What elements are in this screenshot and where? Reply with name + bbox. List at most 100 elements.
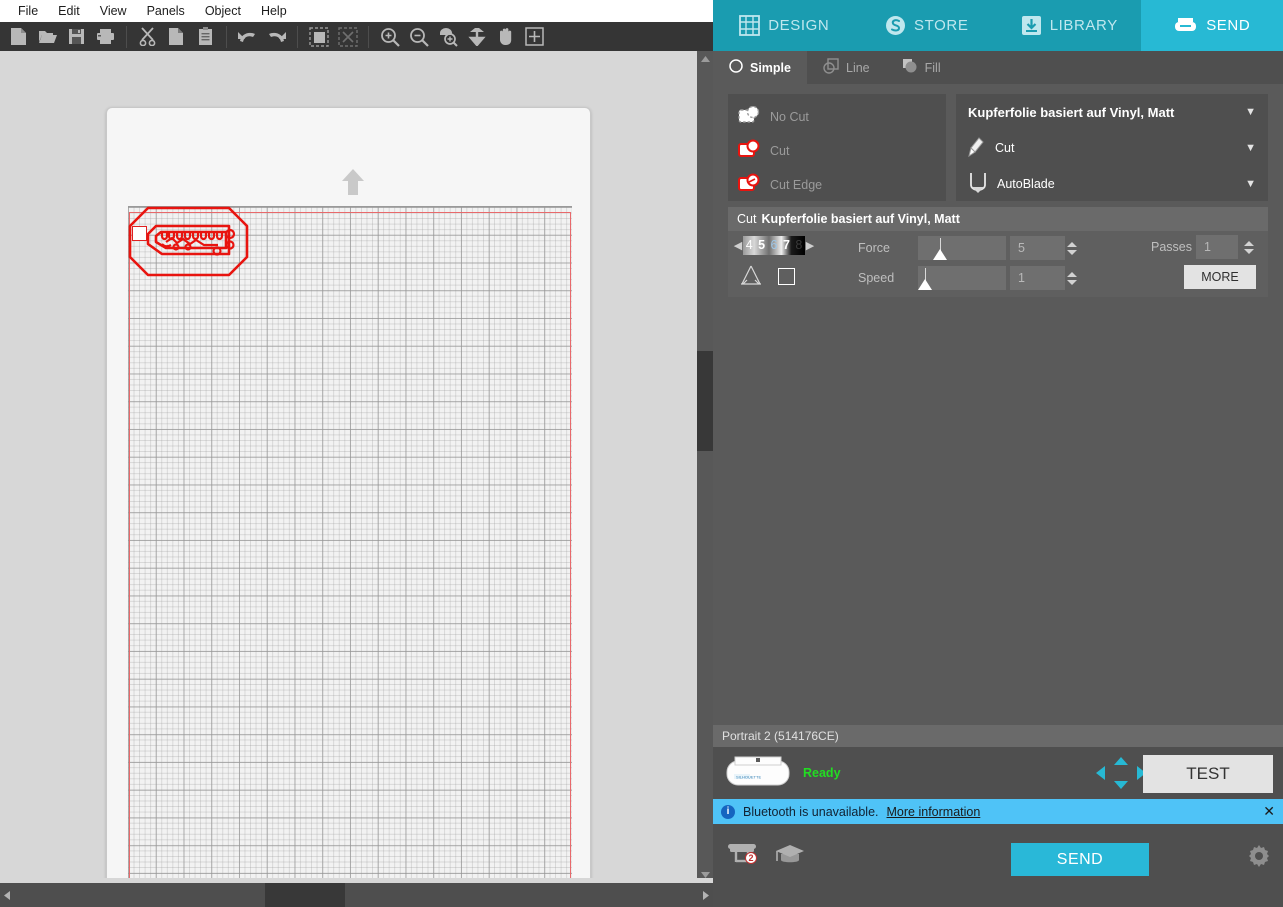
selection-handle-box[interactable]: [132, 226, 147, 241]
speed-slider-thumb[interactable]: [918, 279, 932, 290]
line-layers-icon: [823, 58, 839, 77]
queue-count-badge: 2: [745, 852, 757, 864]
speed-row: Speed 1: [858, 266, 1079, 290]
speed-spinner[interactable]: [1065, 266, 1079, 290]
info-icon: i: [721, 804, 735, 819]
action-no-cut-label: No Cut: [770, 110, 809, 124]
menu-item-file[interactable]: File: [8, 0, 48, 22]
toolbar-separator: [226, 25, 227, 48]
design-shape-hdmi-connector[interactable]: [126, 204, 251, 279]
bluetooth-notification: i Bluetooth is unavailable. More informa…: [713, 799, 1283, 824]
chevron-down-icon[interactable]: ▼: [1245, 178, 1256, 190]
more-button[interactable]: MORE: [1184, 265, 1256, 289]
action-cut[interactable]: Cut: [738, 134, 946, 168]
blade-depth-value-5[interactable]: 5: [755, 236, 767, 255]
speed-value[interactable]: 1: [1010, 266, 1065, 290]
horizontal-scroll-thumb[interactable]: [265, 883, 345, 907]
save-icon[interactable]: [62, 22, 91, 51]
scroll-up-icon[interactable]: [697, 51, 713, 67]
menu-item-view[interactable]: View: [90, 0, 137, 22]
cut-scissors-icon[interactable]: [133, 22, 162, 51]
passes-spinner[interactable]: [1242, 235, 1256, 259]
open-folder-icon[interactable]: [33, 22, 62, 51]
tab-store-label: STORE: [914, 17, 969, 34]
show-grid-icon[interactable]: [520, 22, 549, 51]
blade-depth-value-8[interactable]: 8: [793, 236, 805, 255]
cutter-icon: [1173, 16, 1198, 35]
action-no-cut[interactable]: No Cut: [738, 100, 946, 134]
page-up-arrow-icon: [333, 166, 373, 200]
test-button[interactable]: TEST: [1143, 755, 1273, 793]
fill-shapes-icon: [902, 58, 918, 77]
subtab-fill[interactable]: Fill: [886, 51, 957, 84]
action-cut-edge[interactable]: Cut Edge: [738, 168, 946, 202]
force-spinner[interactable]: [1065, 236, 1079, 260]
material-tool-select[interactable]: AutoBlade ▼: [956, 166, 1268, 202]
chevron-down-icon[interactable]: ▼: [1245, 142, 1256, 154]
speed-slider[interactable]: [918, 266, 1006, 290]
canvas-vertical-scrollbar[interactable]: [697, 51, 713, 883]
print-icon[interactable]: [91, 22, 120, 51]
tab-design[interactable]: DESIGN: [713, 0, 856, 51]
subtab-line[interactable]: Line: [807, 51, 886, 84]
gear-icon[interactable]: [1247, 844, 1271, 871]
copy-icon[interactable]: [162, 22, 191, 51]
more-information-link[interactable]: More information: [887, 805, 981, 819]
passes-value[interactable]: 1: [1196, 235, 1238, 259]
graduation-cap-icon[interactable]: [775, 842, 805, 871]
blade-depth-decrease-icon[interactable]: ◀: [733, 239, 743, 252]
zoom-in-icon[interactable]: [375, 22, 404, 51]
fit-to-page-icon[interactable]: [462, 22, 491, 51]
tab-library[interactable]: LIBRARY: [998, 0, 1141, 51]
menu-item-panels[interactable]: Panels: [137, 0, 195, 22]
menu-item-help[interactable]: Help: [251, 0, 297, 22]
blade-depth-values[interactable]: 4 5 6 7 8: [743, 235, 805, 255]
carriage-dpad-control[interactable]: [1095, 756, 1147, 790]
new-document-icon[interactable]: [4, 22, 33, 51]
deselect-all-icon[interactable]: [333, 22, 362, 51]
cutter-queue-icon[interactable]: 2: [727, 840, 759, 873]
scroll-left-icon[interactable]: [0, 883, 14, 907]
blade-depth-value-6[interactable]: 6: [768, 236, 780, 255]
send-sub-tabs: Simple Line Fill: [713, 51, 1283, 84]
scroll-right-icon[interactable]: [699, 883, 713, 907]
select-all-icon[interactable]: [304, 22, 333, 51]
close-icon[interactable]: ✕: [1263, 803, 1275, 820]
tab-store[interactable]: STORE: [855, 0, 998, 51]
subtab-simple[interactable]: Simple: [713, 51, 807, 84]
material-action-select[interactable]: Cut ▼: [956, 130, 1268, 166]
speed-label: Speed: [858, 271, 895, 285]
canvas-horizontal-scrollbar[interactable]: [0, 878, 713, 907]
blade-checkbox[interactable]: [778, 267, 795, 285]
zoom-selection-icon[interactable]: [433, 22, 462, 51]
force-slider-thumb[interactable]: [933, 249, 947, 260]
cut-action-list: No Cut Cut Cut Edge: [728, 94, 946, 201]
redo-icon[interactable]: [262, 22, 291, 51]
passes-row: Passes 1: [1151, 235, 1256, 259]
blade-options: [738, 261, 818, 291]
cut-area-border: [129, 212, 571, 883]
force-slider[interactable]: [918, 236, 1006, 260]
zoom-out-icon[interactable]: [404, 22, 433, 51]
pan-hand-icon[interactable]: [491, 22, 520, 51]
vertical-scroll-thumb[interactable]: [697, 351, 713, 451]
device-status-bar: SILHOUETTE Ready TEST: [713, 747, 1283, 799]
chevron-down-icon[interactable]: ▼: [1245, 106, 1256, 118]
menu-item-edit[interactable]: Edit: [48, 0, 90, 22]
cut-icon: [738, 139, 764, 164]
design-canvas[interactable]: [0, 51, 697, 883]
blade-depth-value-7[interactable]: 7: [780, 236, 792, 255]
blade-depth-increase-icon[interactable]: ▶: [805, 239, 815, 252]
menu-item-object[interactable]: Object: [195, 0, 251, 22]
blade-depth-value-4[interactable]: 4: [743, 236, 755, 255]
cut-settings-material: Kupferfolie basiert auf Vinyl, Matt: [761, 212, 960, 226]
send-button[interactable]: SEND: [1011, 843, 1149, 876]
blade-depth-stepper[interactable]: ◀ 4 5 6 7 8 ▶: [733, 235, 819, 255]
paste-clipboard-icon[interactable]: [191, 22, 220, 51]
blade-angle-icon[interactable]: [738, 263, 764, 290]
tab-send[interactable]: SEND: [1140, 0, 1283, 51]
device-name-bar: Portrait 2 (514176CE): [713, 725, 1283, 747]
undo-icon[interactable]: [233, 22, 262, 51]
force-value[interactable]: 5: [1010, 236, 1065, 260]
material-select[interactable]: Kupferfolie basiert auf Vinyl, Matt ▼: [956, 94, 1268, 130]
